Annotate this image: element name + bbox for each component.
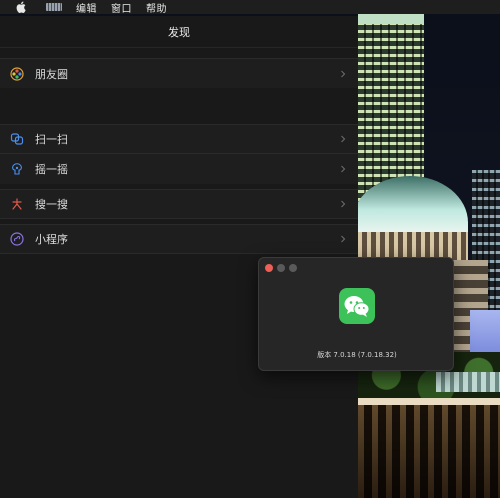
version-text: 版本 7.0.18 (7.0.18.32) <box>317 351 397 359</box>
close-window-button[interactable] <box>265 264 273 272</box>
minimize-window-button[interactable] <box>277 264 285 272</box>
discover-item-label: 扫一扫 <box>35 133 68 146</box>
menu-window[interactable]: 窗口 <box>111 0 132 15</box>
mini-program-icon <box>10 232 24 246</box>
discover-item-label: 小程序 <box>35 233 68 246</box>
chevron-right-icon <box>338 234 348 244</box>
page-title: 发现 <box>0 16 358 48</box>
shake-icon <box>10 162 24 176</box>
menu-help[interactable]: 帮助 <box>146 0 167 15</box>
chevron-right-icon <box>338 164 348 174</box>
wallpaper-tower-top <box>358 14 424 24</box>
discover-item-label: 搜一搜 <box>35 198 68 211</box>
wallpaper-colonnade <box>358 232 468 260</box>
search-icon <box>10 197 24 211</box>
discover-item-mini-programs[interactable]: 小程序 <box>0 224 358 254</box>
chevron-right-icon <box>338 134 348 144</box>
chevron-right-icon <box>338 199 348 209</box>
wechat-logo-icon <box>339 288 375 324</box>
discover-item-shake[interactable]: 摇一摇 <box>0 154 358 184</box>
scan-icon <box>10 132 24 146</box>
wallpaper-plinth <box>436 372 500 392</box>
discover-item-label: 摇一摇 <box>35 163 68 176</box>
window-controls <box>265 264 297 272</box>
discover-item-moments[interactable]: 朋友圈 <box>0 58 358 88</box>
zoom-window-button[interactable] <box>289 264 297 272</box>
apple-menu-icon[interactable] <box>14 0 28 14</box>
wallpaper-hall <box>358 405 500 498</box>
discover-item-scan[interactable]: 扫一扫 <box>0 124 358 154</box>
moments-icon <box>10 66 24 81</box>
discover-item-search[interactable]: 搜一搜 <box>0 189 358 219</box>
menu-bar: 编辑 窗口 帮助 <box>0 0 500 15</box>
menu-edit[interactable]: 编辑 <box>76 0 97 15</box>
discover-item-label: 朋友圈 <box>35 67 68 81</box>
chevron-right-icon <box>338 69 348 79</box>
about-dialog: 版本 7.0.18 (7.0.18.32) <box>258 257 454 371</box>
app-name-menu[interactable] <box>46 3 62 11</box>
